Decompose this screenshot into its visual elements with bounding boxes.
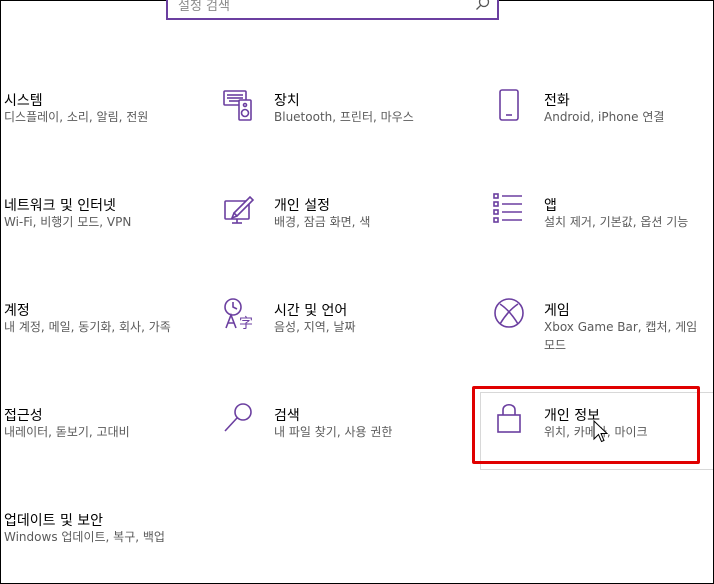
tile-title: 전화 — [544, 93, 570, 109]
apps-list-icon — [493, 193, 522, 223]
tile-desc: 내레이터, 돋보기, 고대비 — [4, 425, 130, 439]
tile-desc: 내 파일 찾기, 사용 권한 — [274, 425, 393, 439]
search-icon — [476, 0, 490, 10]
tile-desc: Wi-Fi, 비행기 모드, VPN — [4, 215, 132, 229]
svg-text:字: 字 — [239, 316, 253, 330]
search-magnifier-icon — [224, 403, 252, 432]
tile-title: 업데이트 및 보안 — [4, 513, 104, 529]
tile-title: 네트워크 및 인터넷 — [4, 198, 116, 214]
tile-desc: 배경, 잠금 화면, 색 — [274, 215, 371, 229]
tile-desc: 음성, 지역, 날짜 — [274, 320, 356, 334]
tile-title: 접근성 — [4, 408, 43, 424]
tile-title: 검색 — [274, 408, 300, 424]
keyboard-speaker-icon — [223, 90, 252, 121]
phone-icon — [499, 89, 519, 121]
tile-title: 시간 및 언어 — [274, 303, 348, 319]
tile-desc: 디스플레이, 소리, 알림, 전원 — [4, 110, 149, 124]
mouse-pointer-icon — [593, 420, 609, 443]
xbox-icon — [494, 298, 524, 328]
search-placeholder: 설정 검색 — [178, 0, 230, 14]
tile-title: 장치 — [274, 93, 300, 109]
tile-desc: 설치 제거, 기본값, 옵션 기능 — [544, 215, 689, 229]
search-box[interactable]: 설정 검색 — [166, 0, 499, 20]
tile-title: 게임 — [544, 303, 570, 319]
tile-desc: Xbox Game Bar, 캡처, 게임 모드 — [544, 320, 698, 352]
tile-title: 계정 — [4, 303, 30, 319]
tile-title: 개인 설정 — [274, 198, 330, 214]
tile-title: 앱 — [544, 198, 557, 214]
tile-desc: Windows 업데이트, 복구, 백업 — [4, 530, 165, 544]
highlight-annotation-box — [472, 386, 700, 464]
settings-window — [0, 0, 714, 584]
time-language-icon: 字 — [224, 298, 253, 330]
tile-title: 시스템 — [4, 93, 43, 109]
tile-desc: 내 계정, 메일, 동기화, 회사, 가족 — [4, 320, 171, 334]
paint-brush-screen-icon — [224, 195, 255, 224]
tile-desc: Bluetooth, 프린터, 마우스 — [274, 110, 414, 124]
tile-desc: Android, iPhone 연결 — [544, 110, 665, 124]
